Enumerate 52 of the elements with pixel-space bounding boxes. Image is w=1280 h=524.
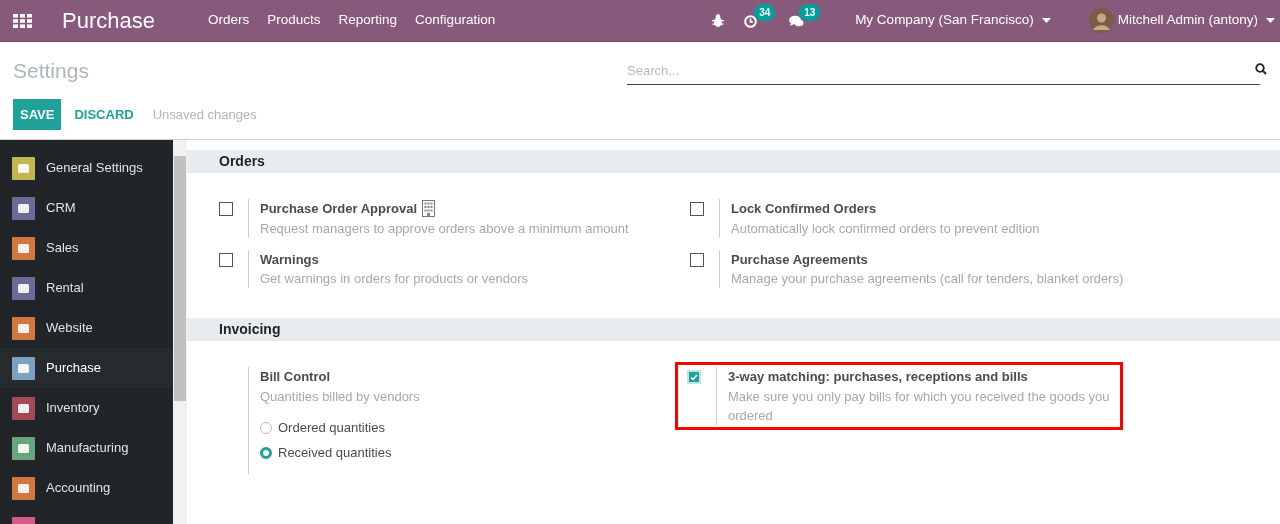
sidebar-item[interactable]: Inventory <box>0 388 173 428</box>
menu-link[interactable]: Configuration <box>406 10 505 31</box>
status-text: Unsaved changes <box>152 105 257 124</box>
search-icon[interactable] <box>1255 62 1267 75</box>
setting-description: Make sure you only pay bills for which you received the goods you ordered <box>728 387 1111 425</box>
apps-menu-icon[interactable] <box>13 13 32 28</box>
radio-option[interactable]: Received quantities <box>260 440 420 466</box>
section-heading: Invoicing <box>187 318 1280 341</box>
sidebar-item[interactable]: CRM <box>0 188 173 228</box>
radio-option[interactable]: Ordered quantities <box>260 415 420 441</box>
setting-description: Quantities billed by vendors <box>260 387 420 406</box>
radio-button[interactable] <box>260 447 272 459</box>
setting-title: 3-way matching: purchases, receptions and bills <box>728 368 1028 386</box>
chat-icon[interactable] <box>789 14 805 28</box>
checkbox[interactable] <box>690 202 704 216</box>
section-heading: Orders <box>187 150 1280 173</box>
setting-title: Purchase Agreements <box>731 250 868 269</box>
user-menu[interactable]: Mitchell Admin (antony) <box>1079 8 1280 33</box>
bug-icon[interactable] <box>712 14 725 27</box>
sidebar-item[interactable]: Website <box>0 308 173 348</box>
sidebar-item[interactable]: Sales <box>0 228 173 268</box>
setting-title: Warnings <box>260 250 319 269</box>
radio-button[interactable] <box>260 422 272 434</box>
checkmark-icon <box>690 373 698 381</box>
setting-title: Lock Confirmed Orders <box>731 200 877 218</box>
setting-title: Bill Control <box>260 368 331 386</box>
sidebar-item[interactable]: General Settings <box>0 148 173 188</box>
count-badge: 34 <box>754 3 776 21</box>
count-badge: 13 <box>799 3 821 21</box>
sidebar-item[interactable]: Purchase <box>0 348 173 388</box>
checkbox[interactable] <box>219 252 233 267</box>
sidebar-item[interactable]: Accounting <box>0 468 173 508</box>
menu-link[interactable]: Reporting <box>329 10 407 31</box>
page-title: Settings <box>13 58 89 84</box>
menu-link[interactable]: Products <box>258 10 330 31</box>
clock-icon[interactable] <box>744 14 758 28</box>
checkbox[interactable] <box>219 202 233 216</box>
sidebar-item[interactable]: Rental <box>0 268 173 308</box>
setting-description: Get warnings in orders for products or vendors <box>260 270 529 288</box>
scrollbar-thumb[interactable] <box>174 156 186 401</box>
caret-icon <box>1041 18 1051 23</box>
sidebar-item[interactable]: Manufacturing <box>0 428 173 468</box>
company-dropdown[interactable]: My Company (San Francisco) <box>846 10 1060 31</box>
setting-title: Purchase Order Approval <box>260 200 417 218</box>
checkbox[interactable] <box>690 252 704 267</box>
setting-description: Manage your purchase agreements (call for tenders, blanket orders) <box>731 270 1124 288</box>
setting-description: Request managers to approve orders above a minimum amount <box>260 219 629 238</box>
setting-description: Automatically lock confirmed orders to prevent edition <box>731 219 1040 238</box>
menu-link[interactable]: Orders <box>198 10 259 31</box>
caret-icon <box>1266 18 1275 23</box>
avatar-icon <box>1088 8 1114 33</box>
app-title: Purchase <box>62 7 155 35</box>
